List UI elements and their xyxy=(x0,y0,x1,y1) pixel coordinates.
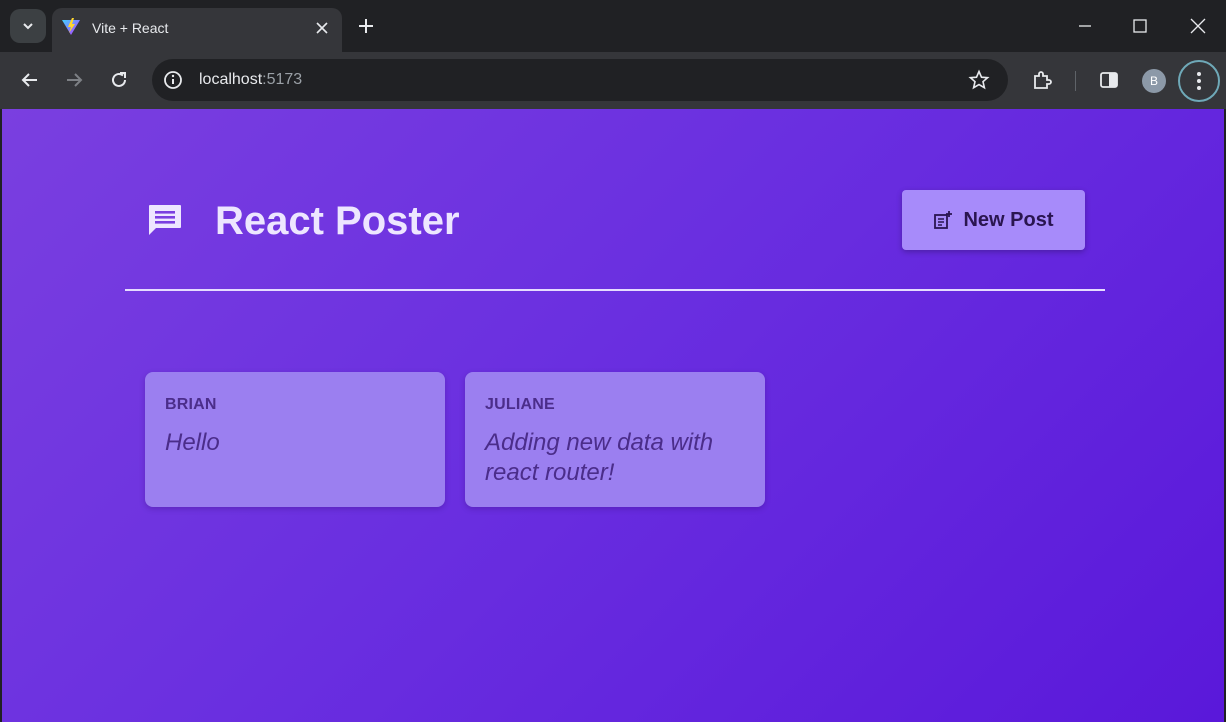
site-info-icon[interactable] xyxy=(162,69,184,91)
page-viewport: React Poster New Post BRIAN Hello JULIAN… xyxy=(2,109,1224,722)
browser-window: Vite + React localhost:5173 B React Post… xyxy=(0,0,1226,722)
vite-logo-icon xyxy=(62,18,80,35)
new-post-label: New Post xyxy=(963,208,1054,231)
more-vert-icon xyxy=(1197,72,1201,90)
browser-menu-button[interactable] xyxy=(1178,60,1220,102)
chevron-down-icon xyxy=(23,23,33,30)
address-bar[interactable]: localhost:5173 xyxy=(152,59,1008,101)
toolbar-divider xyxy=(1075,71,1076,91)
extensions-icon[interactable] xyxy=(1031,69,1053,91)
profile-avatar[interactable]: B xyxy=(1142,69,1166,93)
post-body: Adding new data with react router! xyxy=(485,429,714,486)
reload-icon[interactable] xyxy=(108,69,130,91)
page-title: React Poster xyxy=(215,199,460,243)
back-icon[interactable] xyxy=(19,69,41,91)
message-icon xyxy=(149,205,181,235)
tab-search-button[interactable] xyxy=(10,9,46,43)
url-text[interactable]: localhost:5173 xyxy=(199,71,302,89)
tab-active[interactable]: Vite + React xyxy=(52,8,342,52)
url-host: localhost xyxy=(199,71,263,88)
post-card[interactable]: BRIAN Hello xyxy=(145,372,445,507)
post-author: JULIANE xyxy=(485,396,555,413)
url-port: :5173 xyxy=(262,71,303,88)
browser-toolbar: localhost:5173 B xyxy=(0,52,1226,109)
maximize-icon[interactable] xyxy=(1129,15,1151,37)
close-tab-icon[interactable] xyxy=(314,20,330,36)
post-card[interactable]: JULIANE Adding new data with react route… xyxy=(465,372,765,507)
new-post-button[interactable]: New Post xyxy=(902,190,1085,250)
new-tab-icon[interactable] xyxy=(356,16,376,36)
close-window-icon[interactable] xyxy=(1187,15,1209,37)
tab-strip: Vite + React xyxy=(0,0,1226,52)
bookmark-star-icon[interactable] xyxy=(968,69,990,91)
post-add-icon xyxy=(934,211,953,229)
forward-icon[interactable] xyxy=(63,69,85,91)
minimize-icon[interactable] xyxy=(1074,15,1096,37)
post-author: BRIAN xyxy=(165,396,217,413)
tab-title: Vite + React xyxy=(92,20,169,36)
side-panel-icon[interactable] xyxy=(1098,69,1120,91)
header-divider xyxy=(125,289,1105,291)
post-body: Hello xyxy=(165,429,220,456)
